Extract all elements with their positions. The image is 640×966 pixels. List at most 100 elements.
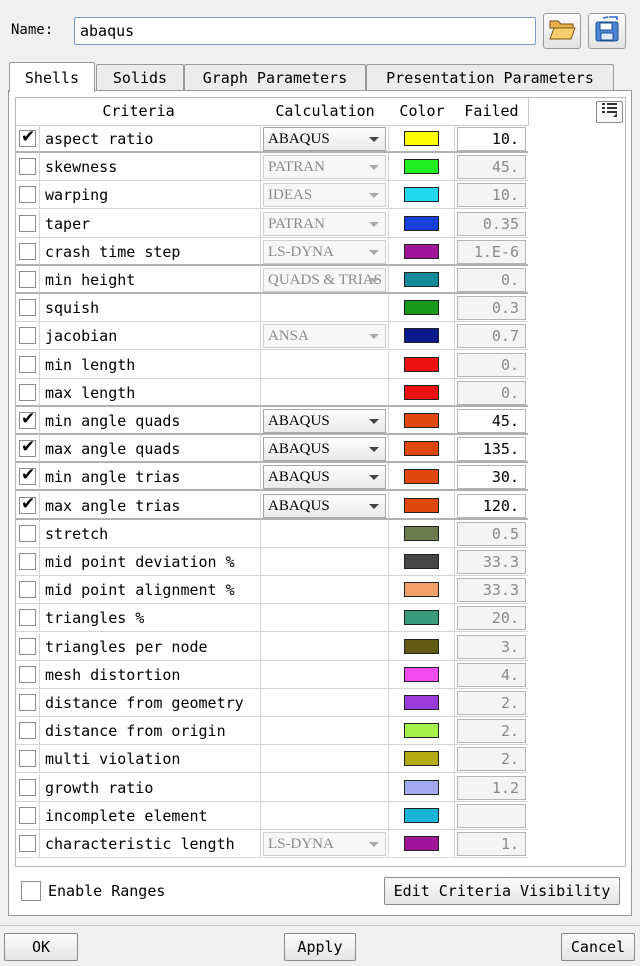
criteria-checkbox[interactable] [19,637,36,655]
header-criteria[interactable]: Criteria [16,98,262,126]
color-swatch[interactable] [404,554,439,569]
criteria-checkbox[interactable] [19,694,36,711]
column-config-button[interactable] [596,101,623,123]
calculation-dropdown[interactable]: PATRAN [263,155,386,180]
failed-value-field[interactable]: 3. [457,634,526,659]
color-swatch[interactable] [404,695,439,710]
failed-value-field[interactable]: 2. [457,719,526,744]
edit-criteria-visibility-button[interactable]: Edit Criteria Visibility [384,877,620,905]
failed-value-field[interactable]: 0. [457,380,526,405]
color-swatch[interactable] [404,723,439,739]
color-swatch[interactable] [404,497,439,513]
save-button[interactable] [588,13,626,49]
criteria-checkbox[interactable] [19,750,36,768]
color-swatch[interactable] [404,159,439,175]
criteria-checkbox[interactable] [19,271,36,288]
color-swatch[interactable] [404,666,439,682]
failed-value-field[interactable]: 0. [457,352,526,377]
criteria-checkbox[interactable] [19,214,36,232]
ok-button[interactable]: OK [4,933,78,961]
criteria-checkbox[interactable] [19,524,36,542]
criteria-checkbox[interactable]: ✔ [19,409,36,429]
criteria-checkbox[interactable] [19,835,36,852]
failed-value-field[interactable]: 120. [457,493,526,518]
color-swatch[interactable] [404,300,439,316]
failed-value-field[interactable]: 0.35 [457,211,526,236]
failed-value-field[interactable]: 20. [457,606,526,631]
color-swatch[interactable] [404,328,439,344]
tab-graph-parameters[interactable]: Graph Parameters [184,64,366,90]
calculation-dropdown[interactable]: ABAQUS [263,493,386,518]
criteria-checkbox[interactable] [19,186,36,204]
color-swatch[interactable] [404,779,439,795]
criteria-checkbox[interactable] [19,581,36,599]
color-swatch[interactable] [404,525,439,541]
color-swatch[interactable] [404,582,439,598]
criteria-checkbox[interactable] [19,609,36,627]
color-swatch[interactable] [404,131,439,146]
criteria-checkbox[interactable] [19,355,36,373]
criteria-checkbox[interactable]: ✔ [19,494,36,514]
criteria-checkbox[interactable] [19,327,36,345]
color-swatch[interactable] [404,441,439,457]
color-swatch[interactable] [404,384,439,400]
color-swatch[interactable] [404,836,439,851]
enable-ranges-checkbox[interactable] [21,881,41,901]
criteria-checkbox[interactable] [19,553,36,570]
criteria-checkbox[interactable]: ✔ [19,127,36,147]
criteria-checkbox[interactable]: ✔ [19,465,36,486]
color-swatch[interactable] [404,807,439,823]
color-swatch[interactable] [404,215,439,231]
failed-value-field[interactable]: 0.5 [457,521,526,546]
failed-value-field[interactable]: 2. [457,747,526,772]
color-swatch[interactable] [404,272,439,287]
color-swatch[interactable] [404,751,439,767]
failed-value-field[interactable]: 0. [457,268,526,292]
criteria-checkbox[interactable] [19,158,36,176]
header-calculation[interactable]: Calculation [261,98,390,126]
failed-value-field[interactable]: 2. [457,691,526,715]
calculation-dropdown[interactable]: LS-DYNA [263,239,386,264]
calculation-dropdown[interactable]: ABAQUS [263,127,386,151]
header-failed[interactable]: Failed [455,98,529,126]
tab-solids[interactable]: Solids [96,64,184,90]
failed-value-field[interactable]: 4. [457,662,526,687]
color-swatch[interactable] [404,243,439,259]
criteria-checkbox[interactable] [19,242,36,260]
calculation-dropdown[interactable]: IDEAS [263,183,386,208]
name-input[interactable] [74,17,536,45]
failed-value-field[interactable]: 10. [457,127,526,151]
color-swatch[interactable] [404,638,439,654]
criteria-checkbox[interactable] [19,722,36,740]
failed-value-field[interactable]: 0.3 [457,296,526,321]
criteria-checkbox[interactable] [19,806,36,824]
calculation-dropdown[interactable]: LS-DYNA [263,832,386,856]
criteria-checkbox[interactable] [19,778,36,796]
criteria-checkbox[interactable] [19,665,36,683]
criteria-checkbox[interactable]: ✔ [19,437,36,458]
failed-value-field[interactable]: 0.7 [457,324,526,349]
failed-value-field[interactable]: 135. [457,437,526,462]
tab-shells[interactable]: Shells [9,62,95,92]
header-color[interactable]: Color [389,98,456,126]
color-swatch[interactable] [404,187,439,203]
color-swatch[interactable] [404,356,439,372]
calculation-dropdown[interactable]: ABAQUS [263,437,386,462]
calculation-dropdown[interactable]: QUADS & TRIAS [263,268,386,292]
color-swatch[interactable] [404,469,439,485]
failed-value-field[interactable]: 10. [457,183,526,208]
failed-value-field[interactable]: 1. [457,832,526,856]
tab-presentation-parameters[interactable]: Presentation Parameters [366,64,614,90]
calculation-dropdown[interactable]: PATRAN [263,211,386,236]
failed-value-field[interactable]: 1.2 [457,775,526,800]
color-swatch[interactable] [404,610,439,626]
calculation-dropdown[interactable]: ABAQUS [263,465,386,490]
failed-value-field[interactable]: 33.3 [457,550,526,574]
failed-value-field[interactable]: 30. [457,465,526,490]
criteria-checkbox[interactable] [19,383,36,401]
failed-value-field[interactable]: 45. [457,155,526,180]
failed-value-field[interactable]: 33.3 [457,578,526,603]
criteria-checkbox[interactable] [19,299,36,317]
apply-button[interactable]: Apply [284,933,356,961]
calculation-dropdown[interactable]: ANSA [263,324,386,349]
